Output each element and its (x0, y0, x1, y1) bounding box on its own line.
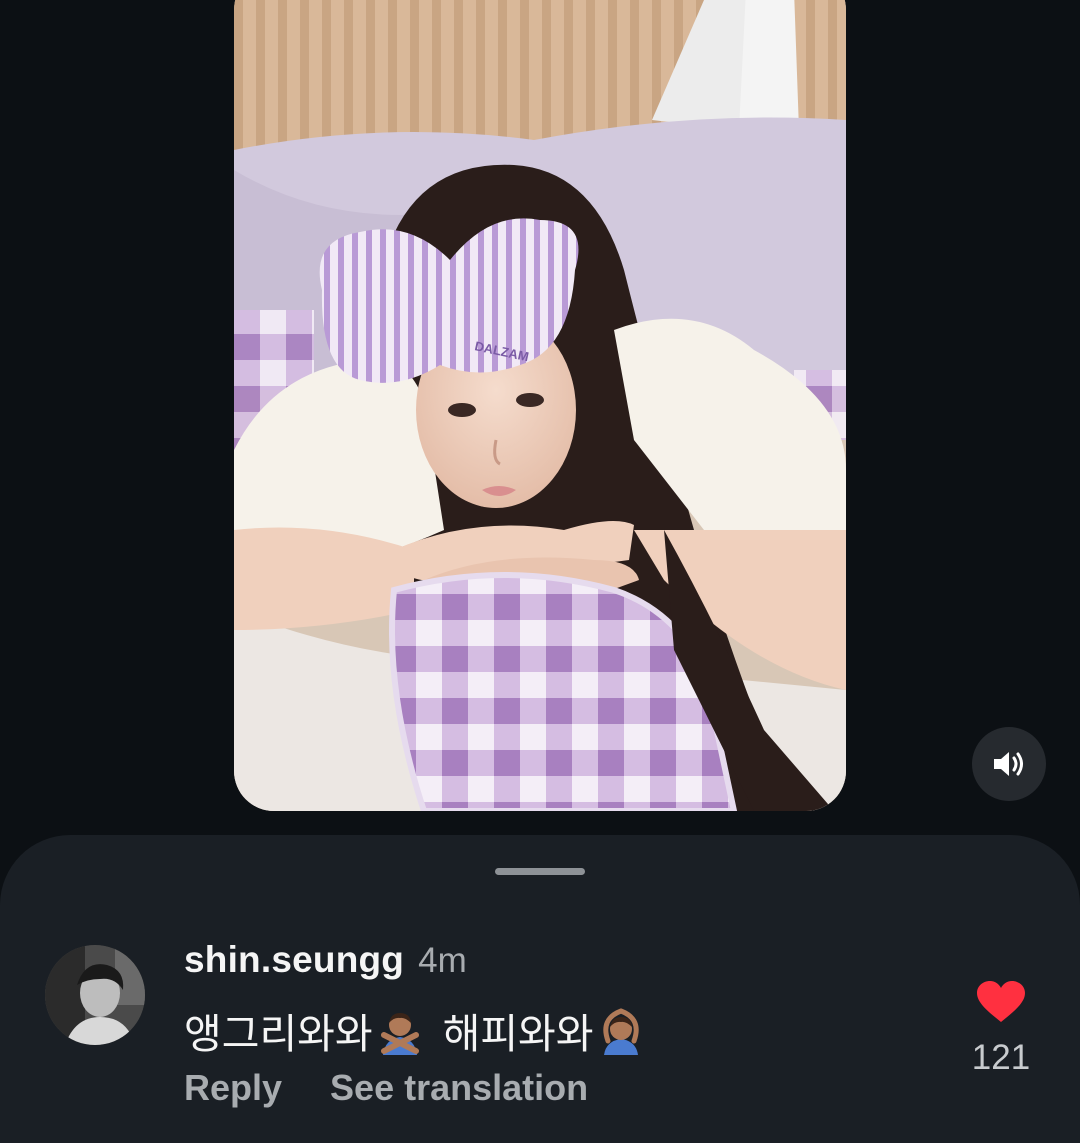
person-gesturing-no-icon (380, 1013, 419, 1055)
heart-filled-icon (977, 981, 1025, 1022)
person-gesturing-ok-icon (602, 1008, 639, 1055)
comment-text-part2: 해피와와 (442, 1011, 594, 1057)
user-photo (45, 945, 145, 1045)
speaker-on-icon (994, 752, 1023, 776)
comment-username[interactable]: shin.seungg (184, 939, 404, 981)
avatar[interactable] (45, 945, 145, 1045)
sheet-drag-handle[interactable] (495, 868, 585, 875)
comment-timestamp: 4m (418, 941, 467, 980)
sound-toggle-button[interactable] (972, 727, 1046, 801)
post-photo: DALZAM (234, 0, 846, 811)
comment-text-part1: 앵그리와와 (184, 1011, 373, 1057)
post-media[interactable]: DALZAM (234, 0, 846, 811)
see-translation-link[interactable]: See translation (330, 1067, 588, 1109)
comment-body: 앵그리와와 해피와와 (184, 1000, 650, 1060)
comments-sheet: shin.seungg 4m 앵그리와와 해피와와 Reply See tran… (0, 835, 1080, 1143)
reply-link[interactable]: Reply (184, 1067, 282, 1109)
like-count: 121 (971, 1038, 1031, 1077)
like-button[interactable] (976, 980, 1026, 1024)
